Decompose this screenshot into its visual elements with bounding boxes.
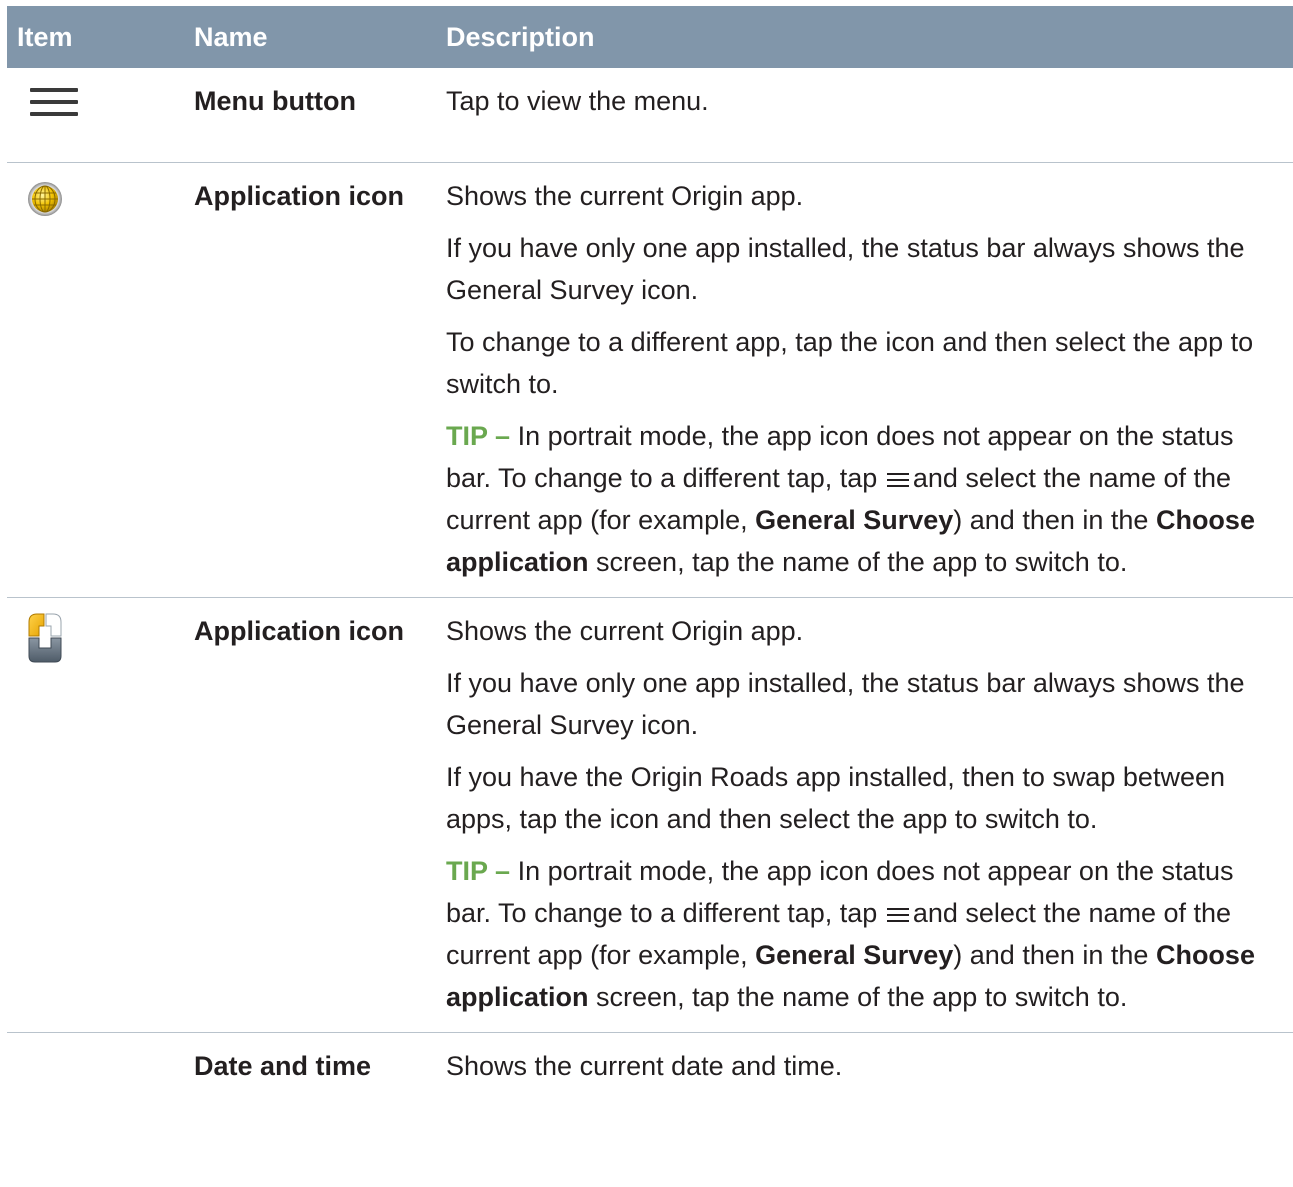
tip-paragraph: TIP – In portrait mode, the app icon doe… (446, 850, 1263, 1018)
description-text: If you have only one app installed, the … (446, 667, 1245, 740)
tip-text: screen, tap the name of the app to switc… (596, 981, 1128, 1012)
tip-text: screen, tap the name of the app to switc… (596, 546, 1128, 577)
description-text: Tap to view the menu. (446, 86, 709, 116)
description-cell: Shows the current Origin app. If you hav… (436, 162, 1293, 598)
name-cell: Application icon (184, 162, 436, 598)
table-row: Menu button Tap to view the menu. (7, 68, 1293, 163)
tip-text: ) and then in the (953, 504, 1149, 535)
description-text: If you have the Origin Roads app install… (446, 761, 1225, 834)
description-cell: Tap to view the menu. (436, 68, 1293, 163)
tip-bold-app-name: General Survey (755, 939, 954, 970)
tip-bold-app-name: General Survey (755, 504, 954, 535)
column-header-description: Description (436, 6, 1293, 68)
name-cell: Application icon (184, 597, 436, 1033)
description-cell: Shows the current Origin app. If you hav… (436, 597, 1293, 1033)
item-cell (7, 162, 184, 598)
table-row: Date and time Shows the current date and… (7, 1032, 1293, 1101)
item-cell (7, 597, 184, 1033)
table-row: Application icon Shows the current Origi… (7, 597, 1293, 1033)
hamburger-menu-icon (886, 907, 909, 923)
column-header-name: Name (184, 6, 436, 68)
item-cell (7, 1032, 184, 1101)
column-header-item: Item (7, 6, 184, 68)
tip-paragraph: TIP – In portrait mode, the app icon doe… (446, 415, 1263, 583)
roads-app-icon (28, 613, 62, 662)
hamburger-menu-icon (30, 88, 78, 116)
name-cell: Menu button (184, 68, 436, 163)
description-text: Shows the current Origin app. (446, 615, 804, 646)
tip-label: TIP – (446, 420, 511, 451)
globe-app-icon (28, 181, 62, 216)
description-text: Shows the current date and time. (446, 1050, 843, 1081)
table-row: Application icon Shows the current Origi… (7, 162, 1293, 598)
description-text: To change to a different app, tap the ic… (446, 326, 1254, 399)
tip-text: ) and then in the (953, 939, 1149, 970)
reference-table: Item Name Description Menu button Tap to… (7, 6, 1293, 1101)
description-text: Shows the current Origin app. (446, 180, 804, 211)
description-cell: Shows the current date and time. (436, 1032, 1293, 1101)
item-cell (7, 68, 184, 163)
table-header-row: Item Name Description (7, 6, 1293, 68)
tip-label: TIP – (446, 855, 511, 886)
name-cell: Date and time (194, 1050, 372, 1081)
hamburger-menu-icon (886, 472, 909, 488)
description-text: If you have only one app installed, the … (446, 232, 1245, 305)
